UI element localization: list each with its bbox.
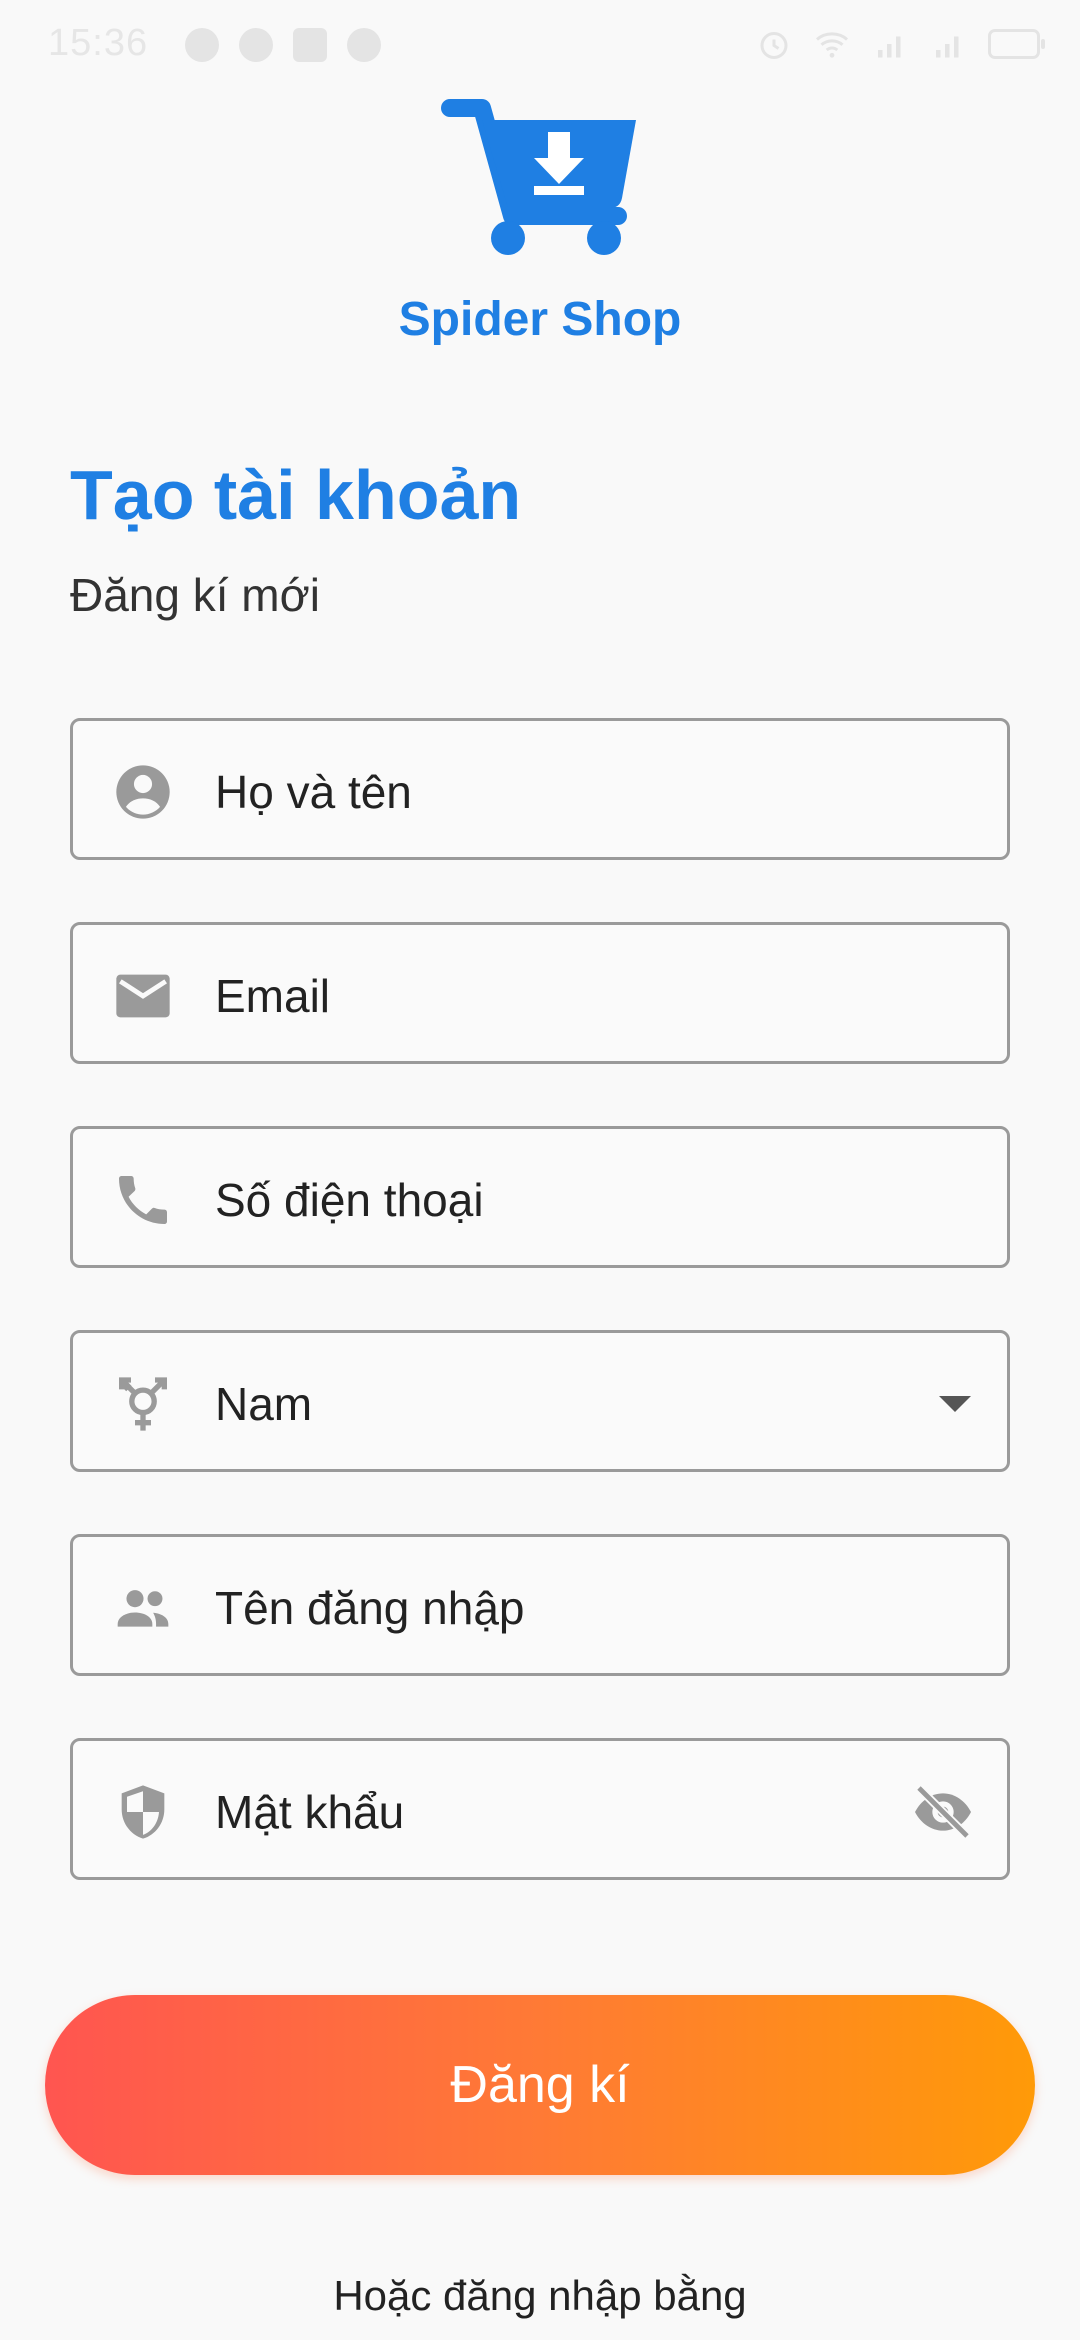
cart-logo-icon: [441, 99, 636, 255]
email-input[interactable]: [215, 969, 915, 1023]
full-name-field[interactable]: [70, 718, 1010, 860]
page-subtitle: Đăng kí mới: [70, 569, 321, 621]
alarm-icon: [760, 32, 788, 59]
image-icon: [293, 28, 327, 62]
eye-off-icon[interactable]: [911, 1780, 975, 1844]
phone-field[interactable]: [70, 1126, 1010, 1268]
status-time: 15:36: [48, 22, 149, 64]
people-icon: [117, 1590, 169, 1627]
dropdown-arrow-icon[interactable]: [923, 1372, 987, 1436]
alt-login-text: Hoặc đăng nhập bằng: [333, 2272, 747, 2319]
battery-icon: [988, 29, 1045, 59]
gender-value: Nam: [215, 1378, 313, 1430]
notification-icon: [239, 28, 273, 62]
transgender-icon: [119, 1377, 167, 1431]
password-field[interactable]: [70, 1738, 1010, 1880]
username-input[interactable]: [215, 1581, 915, 1635]
messenger-icon: [347, 28, 381, 62]
signal-icon: [936, 36, 959, 58]
full-name-input[interactable]: [215, 765, 915, 819]
notification-icon: [185, 28, 219, 62]
username-field[interactable]: [70, 1534, 1010, 1676]
system-icons: [756, 26, 1045, 62]
brand-name: Spider Shop: [398, 293, 682, 346]
register-button[interactable]: Đăng kí: [45, 1995, 1035, 2175]
signal-icon: [878, 36, 901, 58]
notification-icons: [185, 28, 381, 62]
account-circle-icon: [116, 765, 170, 819]
gender-select[interactable]: Nam: [70, 1330, 1010, 1472]
email-field[interactable]: [70, 922, 1010, 1064]
page-title: Tạo tài khoản: [70, 456, 522, 534]
wifi-icon: [815, 32, 849, 58]
phone-input[interactable]: [215, 1173, 915, 1227]
status-bar: 15:36: [0, 0, 1080, 90]
password-input[interactable]: [215, 1785, 915, 1839]
phone-icon: [119, 1176, 167, 1224]
mail-icon: [116, 974, 170, 1018]
shield-icon: [121, 1785, 165, 1839]
